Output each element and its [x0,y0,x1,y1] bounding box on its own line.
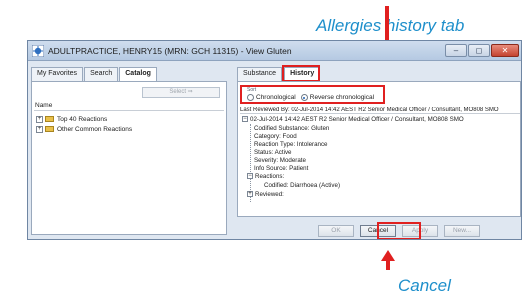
right-pane: Substance History Sort Chronological Rev… [237,65,521,217]
last-reviewed-text: Last Reviewed By: 02-Jul-2014 14:42 AEST… [240,107,520,114]
history-line: Category: Food [254,133,297,140]
radio-chronological-label[interactable]: Chronological [256,94,296,101]
reaction-line: Codified: Diarrhoea (Active) [264,182,340,189]
reactions-node[interactable]: − Reactions: [247,173,284,181]
expand-icon[interactable]: + [36,115,43,123]
folder-icon [45,116,54,122]
title-bar[interactable]: ADULTPRACTICE, HENRY15 (MRN: GCH 11315) … [28,41,521,61]
tab-search[interactable]: Search [84,67,119,81]
history-line: Status: Active [254,149,292,156]
history-entry-header[interactable]: −02-Jul-2014 14:42 AEST R2 Senior Medica… [242,116,464,124]
tab-my-favorites[interactable]: My Favorites [31,67,84,81]
radio-chronological[interactable] [247,94,254,101]
allergy-view-window: ADULTPRACTICE, HENRY15 (MRN: GCH 11315) … [27,40,522,240]
cancel-button-highlight [377,222,421,239]
radio-reverse-chronological-label[interactable]: Reverse chronological [310,94,374,101]
tab-substance[interactable]: Substance [237,67,283,81]
close-button[interactable]: ✕ [491,44,519,57]
history-line: Info Source: Patient [254,165,309,172]
tree-item-label: Other Common Reactions [57,125,133,133]
collapse-icon[interactable]: − [242,116,248,123]
history-line: Reaction Type: Intolerance [254,141,328,148]
left-pane: My Favorites Search Catalog Select ⇒ Nam… [31,67,227,235]
reviewed-node[interactable]: + Reviewed: [247,191,284,199]
select-button[interactable]: Select ⇒ [142,87,220,98]
callout-cancel: Cancel [398,276,451,295]
sort-group: Sort Chronological Reverse chronological [240,85,385,104]
history-tree: −02-Jul-2014 14:42 AEST R2 Senior Medica… [242,116,520,216]
app-icon [32,44,44,57]
tree-item-label: Top 40 Reactions [57,115,108,123]
history-line: Severity: Moderate [254,157,306,164]
expand-icon[interactable]: + [247,191,253,198]
name-column-header[interactable]: Name [34,102,224,111]
tab-catalog[interactable]: Catalog [119,67,157,81]
ok-button[interactable]: OK [318,225,354,237]
radio-reverse-chronological[interactable] [300,94,308,101]
window-title: ADULTPRACTICE, HENRY15 (MRN: GCH 11315) … [48,45,292,56]
catalog-panel: Select ⇒ Name + Top 40 Reactions + Other… [31,81,227,235]
maximize-button[interactable]: ◻ [468,44,490,57]
history-tab-highlight [282,65,320,82]
arrow-up-icon [381,250,395,270]
tree-item-other-common-reactions[interactable]: + Other Common Reactions [36,124,132,134]
new-button[interactable]: New... [444,225,480,237]
history-line: Codified Substance: Gluten [254,125,330,132]
tree-item-top-40-reactions[interactable]: + Top 40 Reactions [36,114,107,124]
sort-legend: Sort [247,87,257,93]
history-panel: Sort Chronological Reverse chronological… [237,81,521,217]
minimize-button[interactable]: – [445,44,467,57]
expand-icon[interactable]: + [36,125,43,133]
folder-icon [45,126,54,132]
collapse-icon[interactable]: − [247,173,253,180]
